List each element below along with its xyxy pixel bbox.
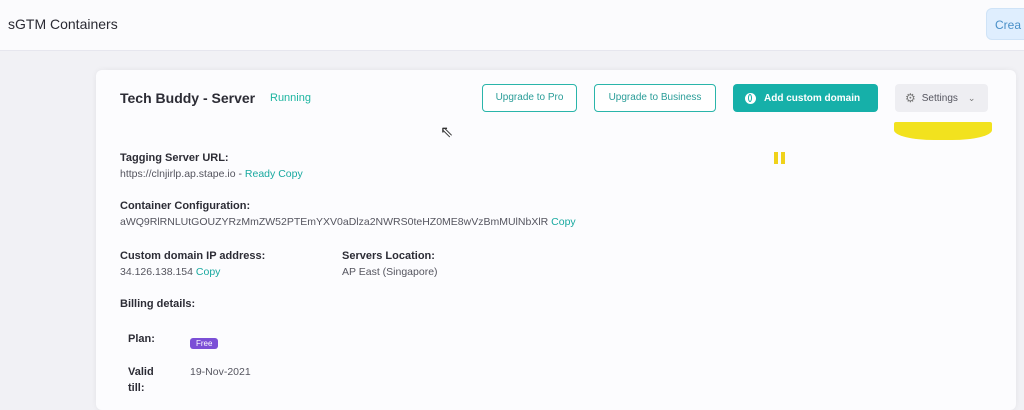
tagging-url-value: https://clnjirlp.ap.stape.io - (120, 168, 245, 180)
ready-status: Ready (244, 168, 276, 180)
settings-button[interactable]: ⚙ Settings ⌄ (895, 84, 988, 112)
config-row: aWQ9RlRNLUtGOUZYRzMmZW52PTEmYXV0aDlza2NW… (120, 216, 576, 228)
pause-icon (774, 152, 785, 164)
config-label: Container Configuration: (120, 200, 251, 212)
location-value: AP East (Singapore) (342, 266, 438, 278)
copy-config-link[interactable]: Copy (551, 216, 576, 228)
create-button[interactable]: Crea (986, 8, 1024, 40)
upgrade-pro-button[interactable]: Upgrade to Pro (482, 84, 577, 112)
tagging-url-row: https://clnjirlp.ap.stape.io - Ready Cop… (120, 168, 303, 180)
tagging-url-label: Tagging Server URL: (120, 152, 229, 164)
globe-icon (745, 92, 756, 104)
ip-value: 34.126.138.154 (120, 266, 193, 278)
add-custom-domain-button[interactable]: Add custom domain (733, 84, 878, 112)
container-card: Tech Buddy - Server Running Upgrade to P… (96, 70, 1016, 410)
billing-label: Billing details: (120, 298, 196, 310)
ip-row: 34.126.138.154 Copy (120, 266, 220, 278)
server-name: Tech Buddy - Server (120, 90, 256, 106)
plan-badge-wrap: Free (190, 333, 219, 351)
ip-label: Custom domain IP address: (120, 250, 266, 262)
copy-ip-link[interactable]: Copy (196, 266, 221, 278)
highlight-annotation (894, 122, 992, 140)
chevron-down-icon: ⌄ (967, 92, 976, 103)
till-label: till: (128, 382, 145, 394)
status-badge: Running (270, 92, 311, 104)
top-bar: sGTM Containers Crea (0, 0, 1024, 51)
gear-icon: ⚙ (905, 91, 916, 105)
plan-badge: Free (190, 338, 219, 349)
upgrade-business-button[interactable]: Upgrade to Business (594, 84, 716, 112)
copy-url-link[interactable]: Copy (278, 168, 303, 180)
mouse-cursor-icon: ⇖ (440, 124, 454, 141)
valid-label: Valid (128, 366, 154, 378)
location-label: Servers Location: (342, 250, 435, 262)
valid-till-value: 19-Nov-2021 (190, 366, 251, 378)
page-title: sGTM Containers (8, 16, 118, 32)
add-custom-domain-label: Add custom domain (764, 92, 861, 104)
plan-label: Plan: (128, 333, 155, 345)
config-value: aWQ9RlRNLUtGOUZYRzMmZW52PTEmYXV0aDlza2NW… (120, 216, 549, 228)
settings-label: Settings (921, 92, 958, 104)
